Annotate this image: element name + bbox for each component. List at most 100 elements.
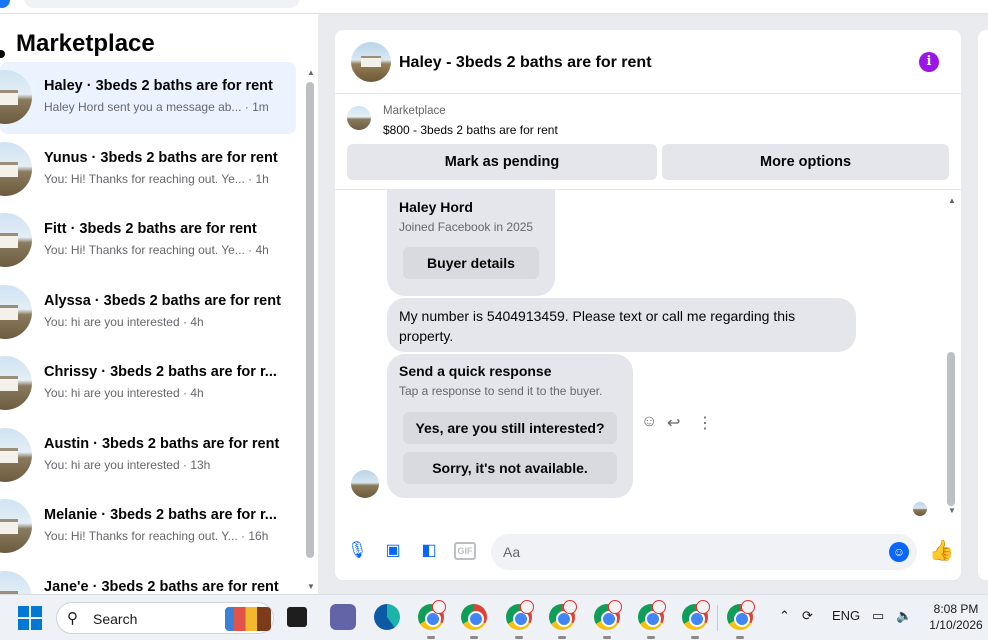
- conversation-item-yunus[interactable]: Yunus · 3beds 2 baths are for rent You: …: [0, 134, 296, 206]
- buyer-details-button[interactable]: Buyer details: [403, 247, 539, 279]
- conversation-sidebar: Marketplace Haley · 3beds 2 baths are fo…: [0, 14, 318, 594]
- chat-avatar[interactable]: [351, 42, 391, 82]
- conversation-name: Haley · 3beds 2 baths are for rent: [44, 78, 273, 94]
- conversation-name: Jane'e · 3beds 2 baths are for rent: [44, 578, 279, 595]
- facebook-search-input[interactable]: [24, 0, 300, 8]
- chrome-profile-icon[interactable]: [418, 600, 446, 630]
- conversation-snippet: You: Hi! Thanks for reaching out. Y... ·…: [44, 529, 269, 543]
- reply-icon[interactable]: ↩: [667, 413, 680, 433]
- mark-as-pending-button[interactable]: Mark as pending: [347, 144, 657, 180]
- message-text-field[interactable]: [503, 534, 883, 570]
- chat-title[interactable]: Haley - 3beds 2 baths are for rent: [399, 54, 652, 72]
- chrome-profile-icon[interactable]: [682, 600, 710, 630]
- listing-thumbnail: [0, 70, 32, 124]
- search-icon: ⚲: [67, 610, 78, 627]
- quick-response-subtitle: Tap a response to send it to the buyer.: [399, 384, 603, 398]
- quick-response-card: Send a quick response Tap a response to …: [387, 354, 633, 498]
- conversation-item-austin[interactable]: Austin · 3beds 2 baths are for rent You:…: [0, 420, 296, 492]
- message-input[interactable]: ☺: [491, 534, 917, 570]
- message-composer: 🎙 ▣ ◧ GIF ☺ 👍: [335, 530, 961, 574]
- conversation-name: Chrissy · 3beds 2 baths are for r...: [44, 364, 277, 380]
- chevron-up-icon[interactable]: ⌃: [779, 608, 790, 624]
- gif-icon[interactable]: GIF: [454, 542, 476, 560]
- chrome-profile-icon[interactable]: [727, 600, 755, 630]
- sticker-icon[interactable]: ◧: [419, 541, 439, 561]
- message-text: My number is 5404913459. Please text or …: [399, 308, 796, 344]
- taskbar-separator: [717, 605, 718, 631]
- quick-response-title: Send a quick response: [399, 363, 552, 379]
- windows-taskbar: ⚲ Search ⌃ ⟳ ENG ▭ 🔈 8:08 PM 1/10/2026: [0, 594, 988, 640]
- chrome-profile-icon[interactable]: [506, 600, 534, 630]
- file-explorer-icon[interactable]: [287, 607, 307, 627]
- taskbar-search[interactable]: ⚲ Search: [56, 602, 274, 634]
- search-highlight-icon: [225, 607, 271, 631]
- conversation-item-chrissy[interactable]: Chrissy · 3beds 2 baths are for r... You…: [0, 348, 296, 420]
- taskbar-search-label: Search: [93, 611, 138, 627]
- listing-thumbnail: [0, 284, 32, 339]
- conversation-name: Austin · 3beds 2 baths are for rent: [44, 435, 280, 452]
- listing-summary: Marketplace $800 - 3beds 2 baths are for…: [335, 94, 961, 190]
- clock-date: 1/10/2026: [929, 618, 983, 632]
- facebook-logo-icon[interactable]: [0, 0, 10, 8]
- windows-start-icon[interactable]: [18, 606, 42, 630]
- conversation-snippet: You: Hi! Thanks for reaching out. Ye... …: [44, 243, 269, 257]
- back-icon[interactable]: [0, 50, 5, 58]
- quick-response-not-available-button[interactable]: Sorry, it's not available.: [403, 452, 617, 484]
- conversation-item-janee[interactable]: Jane'e · 3beds 2 baths are for rent: [0, 563, 296, 595]
- scroll-up-arrow-icon[interactable]: ▲: [948, 196, 956, 205]
- more-options-button[interactable]: More options: [662, 144, 949, 180]
- photo-icon[interactable]: ▣: [383, 541, 403, 561]
- chat-panel: Haley - 3beds 2 baths are for rent i Mar…: [335, 30, 961, 580]
- message-bubble: My number is 5404913459. Please text or …: [387, 298, 856, 352]
- buyer-joined: Joined Facebook in 2025: [399, 220, 534, 234]
- emoji-icon[interactable]: ☺: [889, 542, 909, 562]
- buyer-name: Haley Hord: [399, 199, 473, 215]
- more-icon[interactable]: ⋮: [697, 413, 713, 433]
- listing-thumbnail: [0, 427, 32, 482]
- thumbs-up-icon[interactable]: 👍: [929, 539, 954, 563]
- chrome-profile-icon[interactable]: [638, 600, 666, 630]
- scroll-down-arrow-icon[interactable]: ▼: [307, 582, 315, 591]
- conversation-snippet: Haley Hord sent you a message ab... · 1m: [44, 100, 269, 114]
- conversation-name: Melanie · 3beds 2 baths are for r...: [44, 507, 277, 523]
- chat-scrollbar[interactable]: [947, 352, 955, 506]
- conversation-snippet: You: Hi! Thanks for reaching out. Ye... …: [44, 171, 269, 186]
- scroll-down-arrow-icon[interactable]: ▼: [948, 506, 956, 515]
- scroll-up-arrow-icon[interactable]: ▲: [307, 68, 315, 77]
- sidebar-scrollbar[interactable]: [306, 82, 314, 558]
- chrome-icon[interactable]: [461, 604, 487, 630]
- listing-source: Marketplace: [383, 105, 446, 117]
- listing-thumbnail: [0, 356, 32, 410]
- chrome-profile-icon[interactable]: [549, 600, 577, 630]
- listing-thumbnail[interactable]: [347, 106, 371, 130]
- listing-thumbnail: [0, 141, 32, 196]
- info-icon[interactable]: i: [919, 52, 939, 72]
- conversation-snippet: You: hi are you interested · 4h: [44, 386, 204, 400]
- top-nav-bar: [0, 0, 988, 14]
- chat-header: Haley - 3beds 2 baths are for rent i: [335, 30, 961, 94]
- right-panel-edge: [978, 30, 988, 580]
- conversation-item-alyssa[interactable]: Alyssa · 3beds 2 baths are for rent You:…: [0, 277, 296, 349]
- message-actions: ☺ ↩ ⋮: [641, 413, 721, 437]
- microphone-icon[interactable]: 🎙: [347, 541, 367, 561]
- react-icon[interactable]: ☺: [641, 413, 657, 431]
- conversation-snippet: You: hi are you interested · 4h: [44, 314, 204, 329]
- sync-icon[interactable]: ⟳: [802, 608, 813, 624]
- conversation-item-melanie[interactable]: Melanie · 3beds 2 baths are for r... You…: [0, 491, 296, 563]
- seen-indicator-avatar: [913, 502, 927, 516]
- conversation-name: Alyssa · 3beds 2 baths are for rent: [44, 292, 281, 309]
- language-indicator[interactable]: ENG: [832, 608, 860, 623]
- edge-browser-icon[interactable]: [374, 604, 400, 630]
- conversation-item-fitt[interactable]: Fitt · 3beds 2 baths are for rent You: H…: [0, 205, 296, 277]
- conversation-name: Fitt · 3beds 2 baths are for rent: [44, 221, 257, 237]
- quick-response-interested-button[interactable]: Yes, are you still interested?: [403, 412, 617, 444]
- chrome-profile-icon[interactable]: [594, 600, 622, 630]
- listing-price-title[interactable]: $800 - 3beds 2 baths are for rent: [383, 123, 558, 137]
- conversation-item-haley[interactable]: Haley · 3beds 2 baths are for rent Haley…: [0, 62, 296, 134]
- listing-thumbnail: [0, 570, 32, 594]
- teams-icon[interactable]: [330, 604, 356, 630]
- taskbar-clock[interactable]: 8:08 PM 1/10/2026: [926, 601, 986, 633]
- conversation-list: Haley · 3beds 2 baths are for rent Haley…: [0, 62, 300, 594]
- network-icon[interactable]: ▭: [872, 608, 884, 624]
- volume-icon[interactable]: 🔈: [896, 608, 912, 624]
